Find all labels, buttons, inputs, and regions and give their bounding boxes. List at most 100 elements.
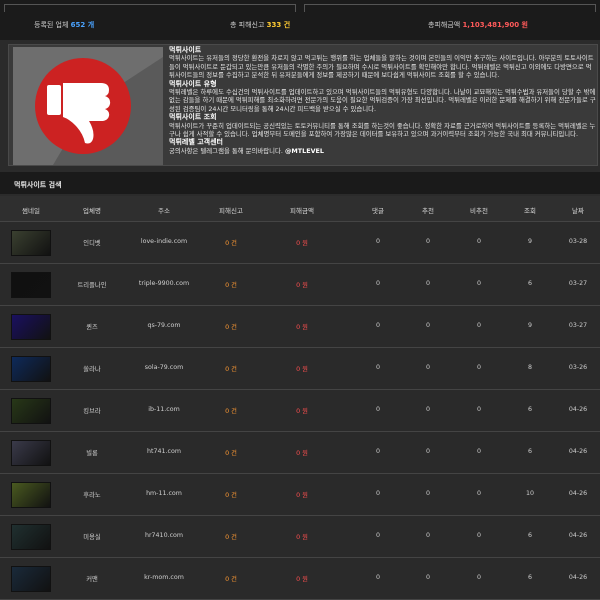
row-thumbnail[interactable] — [11, 356, 51, 382]
row-reports: 0 건 — [225, 576, 237, 583]
reports-stat: 총 피해신고 333 건 — [230, 20, 290, 30]
info-body-4: 궁의사항은 텔레그램을 통해 문의바랍니다. @MTLEVEL — [169, 147, 597, 155]
row-up: 0 — [425, 406, 431, 413]
registered-value: 652 개 — [70, 21, 95, 29]
table-row[interactable]: 킹브라 ib-11.com 0 건 0 원 0 0 0 6 04-26 — [0, 390, 600, 432]
reports-label: 총 피해신고 — [230, 21, 265, 29]
row-up: 0 — [425, 490, 431, 497]
row-comments: 0 — [375, 574, 381, 581]
row-date: 03-27 — [568, 322, 588, 329]
row-comments: 0 — [375, 406, 381, 413]
row-views: 10 — [525, 490, 535, 497]
search-section-header: 먹튀사이트 검색 — [0, 172, 600, 194]
row-comments: 0 — [375, 280, 381, 287]
col-down: 비추천 — [470, 207, 488, 215]
col-views: 조회 — [524, 207, 536, 215]
table-row[interactable]: 후라노 hm-11.com 0 건 0 원 0 0 0 10 04-26 — [0, 474, 600, 516]
row-date: 03-28 — [568, 238, 588, 245]
row-down: 0 — [476, 322, 482, 329]
row-reports: 0 건 — [225, 324, 237, 331]
row-reports: 0 건 — [225, 408, 237, 415]
info-text: 먹튀사이트 먹튀사이트는 유저들의 정당한 환전을 차로지 않고 먹고튀는 행위… — [169, 46, 597, 155]
info-contact-text: 궁의사항은 텔레그램을 통해 문의바랍니다. — [169, 146, 283, 155]
telegram-contact-link[interactable]: @MTLEVEL — [285, 147, 324, 155]
amount-value: 1,103,481,900 원 — [462, 21, 528, 29]
row-amount: 0 원 — [296, 576, 308, 583]
row-amount: 0 원 — [296, 408, 308, 415]
row-date: 04-26 — [568, 490, 588, 497]
row-date: 04-26 — [568, 406, 588, 413]
table-row[interactable]: 쏠라나 sola-79.com 0 건 0 원 0 0 0 8 03-26 — [0, 348, 600, 390]
row-thumbnail[interactable] — [11, 566, 51, 592]
row-up: 0 — [425, 280, 431, 287]
row-name[interactable]: 커맨 — [86, 574, 98, 583]
search-title: 먹튀사이트 검색 — [14, 181, 62, 189]
row-thumbnail[interactable] — [11, 440, 51, 466]
row-up: 0 — [425, 364, 431, 371]
row-thumbnail[interactable] — [11, 398, 51, 424]
row-up: 0 — [425, 322, 431, 329]
row-name[interactable]: 빌롱 — [86, 448, 98, 457]
row-thumbnail[interactable] — [11, 230, 51, 256]
row-views: 6 — [527, 532, 533, 539]
row-date: 03-26 — [568, 364, 588, 371]
row-amount: 0 원 — [296, 492, 308, 499]
registered-label: 등록된 업체 — [34, 21, 69, 29]
col-name: 업체명 — [83, 207, 101, 215]
row-url: hr7410.com — [144, 532, 184, 539]
row-reports: 0 건 — [225, 240, 237, 247]
row-up: 0 — [425, 448, 431, 455]
row-thumbnail[interactable] — [11, 272, 51, 298]
stats-bar: 등록된 업체 652 개 총 피해신고 333 건 총피해금액 1,103,48… — [0, 0, 600, 40]
row-name[interactable]: 인디벳 — [83, 238, 100, 247]
reports-value: 333 건 — [266, 21, 291, 29]
table-row[interactable]: 퀸즈 qs-79.com 0 건 0 원 0 0 0 9 03-27 — [0, 306, 600, 348]
row-name[interactable]: 트리플나인 — [78, 280, 107, 289]
row-date: 03-27 — [568, 280, 588, 287]
table-row[interactable]: 미용실 hr7410.com 0 건 0 원 0 0 0 6 04-26 — [0, 516, 600, 558]
col-thumbnail: 썸네일 — [22, 207, 40, 215]
row-down: 0 — [476, 532, 482, 539]
row-reports: 0 건 — [225, 492, 237, 499]
table-row[interactable]: 빌롱 ht741.com 0 건 0 원 0 0 0 6 04-26 — [0, 432, 600, 474]
row-down: 0 — [476, 406, 482, 413]
row-comments: 0 — [375, 364, 381, 371]
row-name[interactable]: 퀸즈 — [86, 322, 98, 331]
row-thumbnail[interactable] — [11, 314, 51, 340]
row-comments: 0 — [375, 238, 381, 245]
row-amount: 0 원 — [296, 324, 308, 331]
info-title-3: 먹튀사이트 조회 — [169, 113, 217, 122]
row-name[interactable]: 후라노 — [83, 490, 100, 499]
thumbs-down-icon — [35, 57, 163, 165]
row-thumbnail[interactable] — [11, 482, 51, 508]
info-body-2: 먹튀레벨은 하루에도 수십건의 먹튀사이트를 업데이트하고 있으며 먹튀사이트들… — [169, 88, 596, 113]
row-url: ht741.com — [147, 448, 181, 455]
row-down: 0 — [476, 574, 482, 581]
row-views: 6 — [527, 280, 533, 287]
row-url: qs-79.com — [147, 322, 181, 329]
row-thumbnail[interactable] — [11, 524, 51, 550]
row-date: 04-26 — [568, 574, 588, 581]
col-url: 주소 — [158, 207, 170, 215]
info-title-2: 먹튀사이트 유형 — [169, 79, 217, 88]
info-body-3: 먹튀사이트가 꾸준히 업데이트되는 공신력있는 토토커뮤니티를 통해 조회를 하… — [169, 121, 596, 139]
info-title-4: 먹튀레벨 고객센터 — [169, 138, 223, 147]
row-reports: 0 건 — [225, 450, 237, 457]
row-reports: 0 건 — [225, 366, 237, 373]
row-name[interactable]: 미용실 — [83, 532, 100, 541]
amount-stat: 총피해금액 1,103,481,900 원 — [428, 20, 528, 30]
registered-stat: 등록된 업체 652 개 — [34, 20, 94, 30]
row-comments: 0 — [375, 448, 381, 455]
table-row[interactable]: 커맨 kr-mom.com 0 건 0 원 0 0 0 6 04-26 — [0, 558, 600, 600]
row-name[interactable]: 쏠라나 — [83, 364, 100, 373]
table-row[interactable]: 인디벳 love-indie.com 0 건 0 원 0 0 0 9 03-28 — [0, 222, 600, 264]
row-comments: 0 — [375, 532, 381, 539]
col-comments: 댓글 — [372, 207, 384, 215]
row-url: triple-9900.com — [138, 280, 190, 287]
col-date: 날짜 — [572, 207, 584, 215]
table-row[interactable]: 트리플나인 triple-9900.com 0 건 0 원 0 0 0 6 03… — [0, 264, 600, 306]
row-down: 0 — [476, 448, 482, 455]
col-up: 추천 — [422, 207, 434, 215]
row-name[interactable]: 킹브라 — [83, 406, 100, 415]
row-views: 8 — [527, 364, 533, 371]
